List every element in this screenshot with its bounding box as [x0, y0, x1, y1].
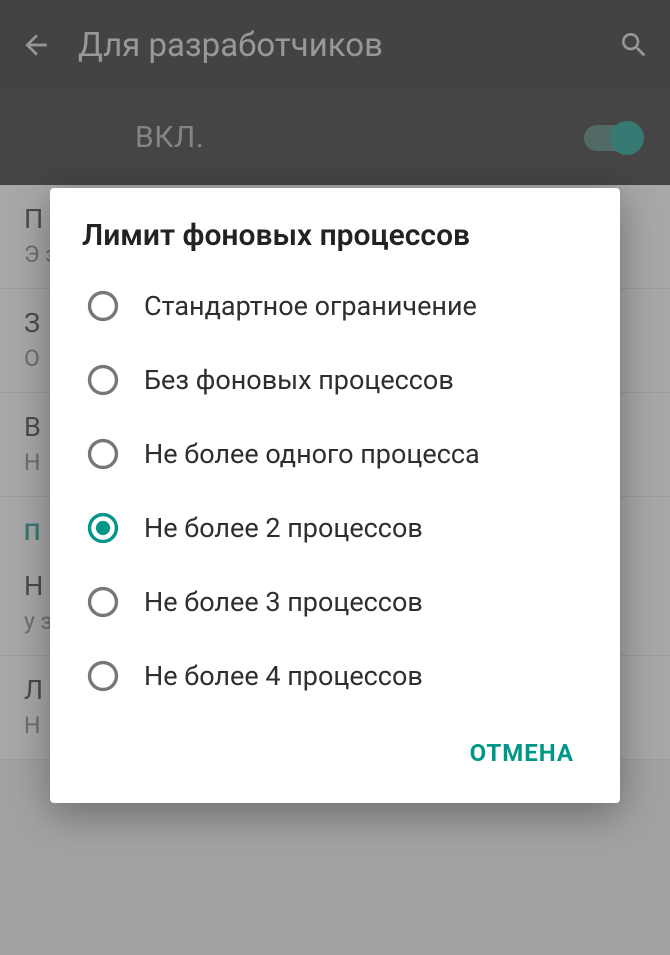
radio-option[interactable]: Не более одного процесса: [50, 417, 620, 491]
radio-option[interactable]: Стандартное ограничение: [50, 269, 620, 343]
radio-label: Не более 4 процессов: [144, 660, 423, 692]
radio-unselected-icon: [86, 363, 120, 397]
dialog-title: Лимит фоновых процессов: [50, 218, 620, 263]
cancel-button[interactable]: ОТМЕНА: [452, 727, 592, 779]
radio-selected-icon: [86, 511, 120, 545]
dialog-actions: ОТМЕНА: [50, 719, 620, 789]
radio-unselected-icon: [86, 659, 120, 693]
radio-list: Стандартное ограничение Без фоновых проце…: [50, 263, 620, 719]
radio-label: Не более 2 процессов: [144, 512, 423, 544]
radio-unselected-icon: [86, 585, 120, 619]
radio-label: Стандартное ограничение: [144, 290, 477, 322]
process-limit-dialog: Лимит фоновых процессов Стандартное огра…: [50, 188, 620, 803]
radio-option[interactable]: Не более 4 процессов: [50, 639, 620, 713]
radio-option[interactable]: Не более 3 процессов: [50, 565, 620, 639]
radio-option[interactable]: Не более 2 процессов: [50, 491, 620, 565]
radio-unselected-icon: [86, 289, 120, 323]
radio-option[interactable]: Без фоновых процессов: [50, 343, 620, 417]
radio-label: Без фоновых процессов: [144, 364, 454, 396]
radio-label: Не более одного процесса: [144, 438, 480, 470]
radio-unselected-icon: [86, 437, 120, 471]
radio-label: Не более 3 процессов: [144, 586, 423, 618]
